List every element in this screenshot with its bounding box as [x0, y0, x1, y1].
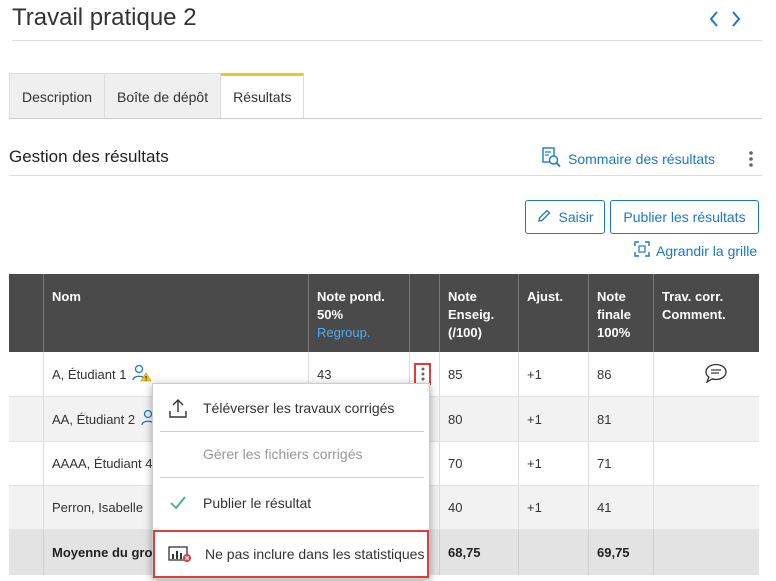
divider [12, 40, 762, 41]
upload-icon [153, 397, 203, 419]
adjustment: +1 [519, 352, 589, 396]
tab-results[interactable]: Résultats [221, 73, 305, 119]
enlarge-grid-label: Agrandir la grille [656, 242, 758, 259]
teacher-grade[interactable]: 80 [440, 397, 519, 441]
header-adjust: Ajust. [519, 274, 589, 352]
pencil-icon [536, 208, 552, 227]
comment-icon[interactable] [704, 363, 728, 386]
stats-exclude-icon [155, 545, 205, 563]
manage-files-label: Gérer les fichiers corrigés [203, 446, 363, 462]
regroup-link[interactable]: Regroup. [317, 324, 401, 342]
page-title: Travail pratique 2 [12, 4, 197, 31]
final-grade: 81 [589, 397, 654, 441]
tab-description[interactable]: Description [9, 73, 106, 119]
summary-link[interactable]: Sommaire des résultats [540, 146, 715, 171]
publish-result-label: Publier le résultat [203, 494, 312, 511]
publish-result-item[interactable]: Publier le résultat [153, 477, 429, 528]
adjustment: +1 [519, 442, 589, 485]
manage-files-item: Gérer les fichiers corrigés [153, 431, 429, 477]
header-final: Note finale 100% [589, 274, 654, 352]
header-actions [410, 274, 440, 352]
upload-corrected-item[interactable]: Téléverser les travaux corrigés [153, 384, 429, 431]
user-warning-icon [132, 364, 153, 385]
row-menu-button[interactable] [414, 363, 431, 385]
row-context-menu: Téléverser les travaux corrigés Gérer le… [152, 383, 430, 579]
teacher-grade[interactable]: 40 [440, 486, 519, 529]
grid-header: Nom Note pond. 50% Regroup. Note Enseig.… [9, 274, 759, 352]
check-icon [153, 495, 203, 511]
average-teacher: 68,75 [440, 530, 519, 575]
final-grade: 86 [589, 352, 654, 396]
tab-bar: Description Boîte de dépôt Résultats [9, 73, 305, 119]
more-vertical-icon[interactable] [747, 150, 755, 168]
header-teacher: Note Enseig. (/100) [440, 274, 519, 352]
enlarge-grid-link[interactable]: Agrandir la grille [634, 241, 757, 260]
final-grade: 41 [589, 486, 654, 529]
report-search-icon [540, 146, 562, 171]
section-title: Gestion des résultats [9, 147, 169, 166]
average-final: 69,75 [589, 530, 654, 575]
teacher-grade[interactable]: 85 [440, 352, 519, 396]
chevron-left-icon[interactable] [708, 9, 720, 29]
adjustment: +1 [519, 397, 589, 441]
summary-link-label: Sommaire des résultats [568, 150, 716, 167]
tab-dropbox[interactable]: Boîte de dépôt [105, 73, 222, 119]
upload-corrected-label: Téléverser les travaux corrigés [203, 399, 395, 416]
publish-results-button[interactable]: Publier les résultats [610, 200, 759, 234]
header-corrected: Trav. corr. Comment. [662, 289, 726, 322]
exclude-statistics-item[interactable]: Ne pas inclure dans les statistiques [153, 530, 429, 578]
student-name[interactable]: AA, Étudiant 2 [52, 412, 135, 427]
student-name[interactable]: A, Étudiant 1 [52, 367, 126, 382]
divider [9, 118, 762, 119]
header-select [9, 274, 44, 352]
header-weighted: Note pond. 50% Regroup. [309, 274, 410, 352]
exclude-statistics-label: Ne pas inclure dans les statistiques [205, 546, 425, 562]
student-name[interactable]: Perron, Isabelle [52, 500, 143, 515]
adjustment: +1 [519, 486, 589, 529]
divider [9, 175, 762, 176]
header-name[interactable]: Nom [44, 274, 309, 352]
pager [708, 9, 742, 29]
enter-grades-label: Saisir [558, 209, 594, 225]
expand-icon [634, 241, 650, 260]
final-grade: 71 [589, 442, 654, 485]
teacher-grade[interactable]: 70 [440, 442, 519, 485]
enter-grades-button[interactable]: Saisir [525, 200, 605, 234]
student-name[interactable]: AAAA, Étudiant 4 [52, 456, 152, 471]
chevron-right-icon[interactable] [730, 9, 742, 29]
